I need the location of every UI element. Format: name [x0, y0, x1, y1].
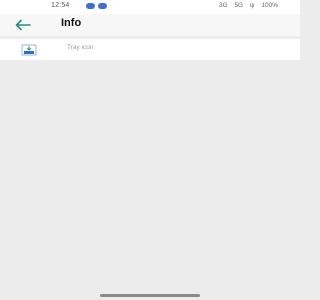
- status-notification-icons: [86, 3, 107, 9]
- battery-indicator: 100%: [261, 2, 278, 9]
- status-right-group: 3G 5G ψ 100%: [214, 2, 278, 9]
- list-item-tray-icon[interactable]: Tray icon: [0, 39, 300, 60]
- app-bar: Info: [0, 14, 300, 36]
- home-indicator[interactable]: [100, 294, 200, 297]
- page-title: Info: [61, 17, 82, 29]
- back-button[interactable]: [14, 18, 32, 32]
- status-bar: 12:54 3G 5G ψ 100%: [0, 0, 300, 14]
- network-indicator: 3G: [218, 2, 228, 9]
- notification-icon: [98, 3, 107, 9]
- list-item-label: Tray icon: [67, 44, 94, 51]
- tray-icon: [21, 43, 37, 56]
- notification-icon: [86, 3, 95, 9]
- signal-indicator: ψ: [249, 2, 255, 9]
- network-indicator: 5G: [234, 2, 244, 9]
- status-time: 12:54: [51, 2, 70, 9]
- arrow-left-icon: [15, 19, 31, 31]
